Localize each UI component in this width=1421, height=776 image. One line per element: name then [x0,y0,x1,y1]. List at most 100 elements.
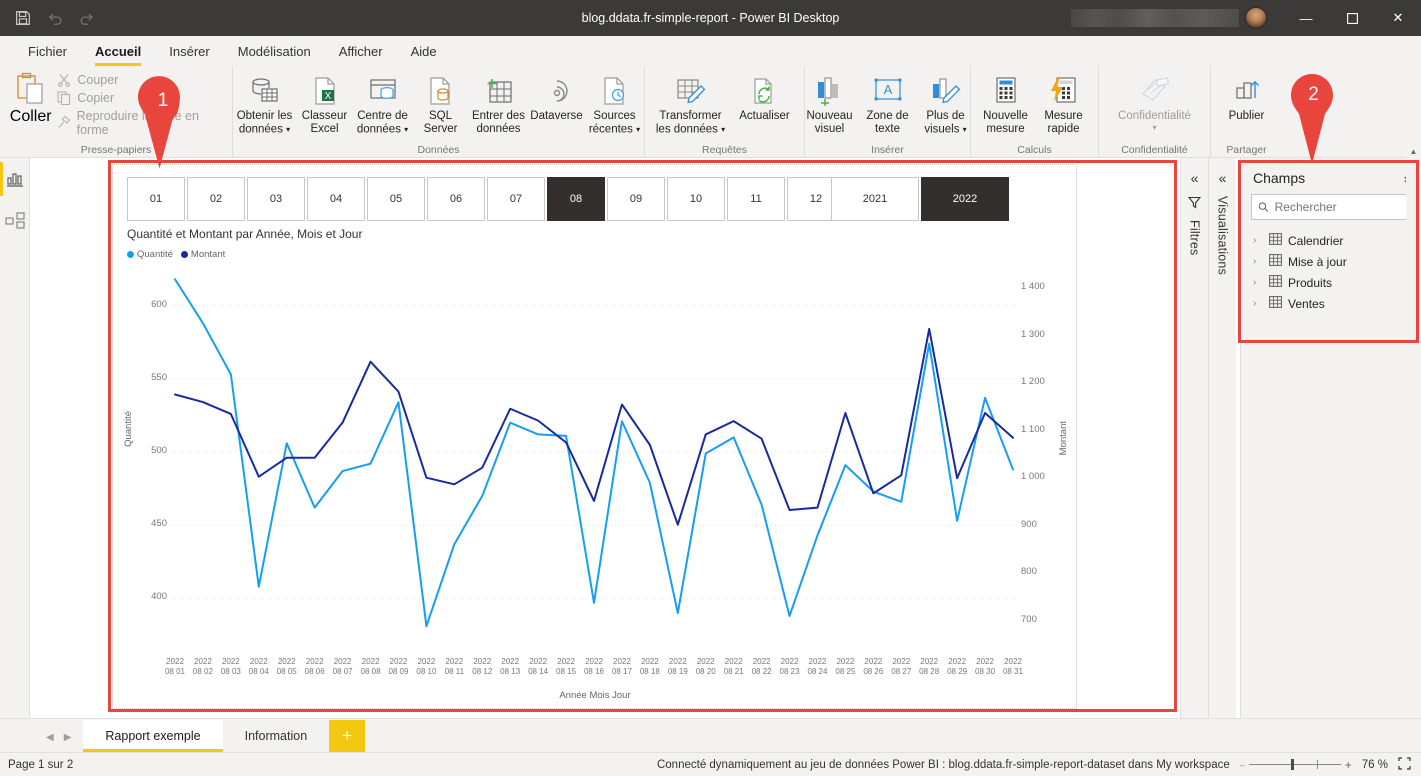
table-icon [1269,233,1282,248]
sidebar-item-model-view[interactable] [0,200,30,242]
month-slicer-tile-01[interactable]: 01 [127,177,185,221]
undo-icon[interactable] [46,9,64,27]
year-slicer-tile-2022[interactable]: 2022 [921,177,1009,221]
search-input[interactable] [1274,200,1404,214]
page-prev-arrow[interactable]: ◀ [46,732,54,743]
maximize-button[interactable] [1329,0,1375,36]
chevron-right-icon[interactable]: › [1253,256,1263,267]
month-slicer-tile-11[interactable]: 11 [727,177,785,221]
save-icon[interactable] [14,9,32,27]
y-tick-right: 1 000 [1021,471,1045,483]
transform-data-button[interactable]: Transformer les données ▾ [651,70,731,137]
chevron-down-icon[interactable]: ▾ [404,125,408,134]
close-button[interactable]: ✕ [1375,0,1421,36]
account-name-redacted [1071,9,1239,27]
field-table-row[interactable]: › Calendrier [1241,230,1421,251]
chevron-down-icon[interactable]: ▾ [286,125,290,134]
fields-search-box[interactable] [1251,194,1411,220]
chevron-double-left-icon[interactable]: « [1219,170,1227,186]
month-slicer-tile-08[interactable]: 08 [547,177,605,221]
paste-button[interactable]: Coller [6,70,55,140]
chart-plot-area [171,278,1017,628]
month-slicer-tile-06[interactable]: 06 [427,177,485,221]
enter-data-button[interactable]: Entrer des données [470,70,528,136]
tab-inserer[interactable]: Insérer [155,40,223,63]
report-canvas[interactable]: 01 02 03 04 05 06 07 08 09 10 11 12 2021 2022 Quanti… [30,158,1180,718]
year-slicer-tile-2021[interactable]: 2021 [831,177,919,221]
visualizations-pane-collapsed[interactable]: « Visualisations [1208,158,1236,718]
month-slicer-tile-05[interactable]: 05 [367,177,425,221]
chevron-down-icon[interactable]: ▾ [721,125,725,134]
add-page-button[interactable]: + [329,720,366,752]
recent-sources-label: Sources récentes ▾ [588,110,641,136]
sql-server-button[interactable]: SQL Server [412,70,470,136]
month-slicer-tile-04[interactable]: 04 [307,177,365,221]
month-slicer-tile-07[interactable]: 07 [487,177,545,221]
chevron-double-left-icon[interactable]: « [1191,170,1199,186]
recent-sources-button[interactable]: Sources récentes ▾ [586,70,644,137]
excel-workbook-button[interactable]: X Classeur Excel [296,70,354,136]
fit-to-page-icon[interactable] [1398,756,1411,773]
zoom-slider-thumb[interactable] [1290,759,1294,770]
year-slicer[interactable]: 2021 2022 [831,177,1011,221]
field-table-row[interactable]: › Ventes [1241,293,1421,314]
avatar[interactable] [1245,7,1267,29]
field-table-row[interactable]: › Produits [1241,272,1421,293]
tab-aide[interactable]: Aide [397,40,451,63]
chevron-down-icon[interactable]: ▾ [963,125,967,134]
quick-measure-button[interactable]: Mesure rapide [1035,70,1093,136]
month-slicer[interactable]: 01 02 03 04 05 06 07 08 09 10 11 12 [127,177,847,221]
more-visuals-button[interactable]: Plus de visuels ▾ [917,70,975,137]
group-label-calculations: Calculs [1017,144,1052,156]
scroll-up-arrow[interactable]: ▲ [1406,144,1421,159]
enter-data-label: Entrer des données [471,110,526,135]
view-switcher-rail [0,158,30,718]
ribbon-group-insert: Nouveau visuel A Zone de texte Plus de v… [804,66,970,158]
refresh-button[interactable]: Actualiser [731,70,799,123]
legend-item-montant[interactable]: Montant [180,249,225,260]
chevron-right-icon[interactable]: › [1253,277,1263,288]
dataverse-button[interactable]: Dataverse [528,70,586,123]
chevron-right-icon[interactable]: › [1253,298,1263,309]
data-hub-button[interactable]: Centre de données ▾ [354,70,412,137]
sidebar-item-report-view[interactable] [0,158,30,200]
text-box-icon: A [872,74,904,108]
tab-accueil[interactable]: Accueil [81,40,155,66]
month-slicer-tile-10[interactable]: 10 [667,177,725,221]
line-chart-visual[interactable]: Quantité Montant Année Mois Jour 400 450 5… [119,261,1071,701]
filters-pane-collapsed[interactable]: « Filtres [1180,158,1208,718]
x-tick-label: 2022 08 03 [220,657,241,676]
zoom-out-button[interactable]: – [1240,760,1245,770]
zoom-in-button[interactable]: + [1345,758,1352,772]
canvas-vertical-scrollbar[interactable]: ▲ [1406,144,1421,718]
page-tab-information[interactable]: Information [222,720,330,752]
x-tick-label: 2022 08 19 [667,657,688,676]
new-measure-button[interactable]: Nouvelle mesure [977,70,1035,136]
redo-icon[interactable] [78,9,96,27]
new-visual-button[interactable]: Nouveau visuel [801,70,859,136]
month-slicer-tile-02[interactable]: 02 [187,177,245,221]
get-data-button[interactable]: Obtenir les données ▾ [234,70,296,137]
text-box-button[interactable]: A Zone de texte [859,70,917,136]
minimize-button[interactable]: — [1283,0,1329,36]
chevron-down-icon[interactable]: ▾ [636,125,640,134]
publish-button[interactable]: Publier [1218,70,1276,123]
zoom-slider[interactable]: – + [1240,758,1352,772]
sensitivity-button[interactable]: Confidentialité ▾ [1105,70,1205,132]
page-nav-arrows[interactable]: ◀ ▶ [0,732,83,752]
chevron-right-icon[interactable]: › [1253,235,1263,246]
field-table-row[interactable]: › Mise à jour [1241,251,1421,272]
tab-afficher[interactable]: Afficher [325,40,397,63]
legend-item-quantite[interactable]: Quantité [127,249,173,260]
month-slicer-tile-03[interactable]: 03 [247,177,305,221]
page-tab-rapport-exemple[interactable]: Rapport exemple [83,720,223,752]
chevron-down-icon[interactable]: ▾ [1152,123,1156,132]
x-axis-ticks: 2022 08 01 2022 08 02 2022 08 03 2022 08 04 2022… [119,657,1071,683]
quick-measure-label: Mesure rapide [1044,110,1083,135]
tab-fichier[interactable]: Fichier [14,40,81,63]
tab-modelisation[interactable]: Modélisation [224,40,325,63]
month-slicer-tile-09[interactable]: 09 [607,177,665,221]
page-next-arrow[interactable]: ▶ [64,732,72,743]
y-tick-left: 400 [151,591,167,603]
zoom-slider-track[interactable] [1248,759,1341,770]
